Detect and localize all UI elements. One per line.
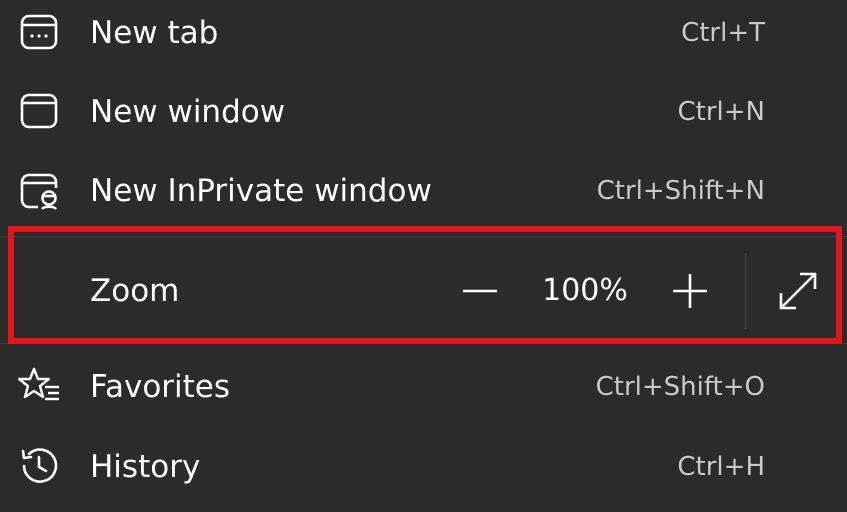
menu-item-shortcut: Ctrl+Shift+O bbox=[595, 372, 765, 402]
new-tab-icon bbox=[18, 11, 60, 53]
menu-item-new-inprivate-window[interactable]: New InPrivate window Ctrl+Shift+N bbox=[0, 156, 847, 234]
menu-item-label: History bbox=[90, 449, 201, 485]
minus-icon bbox=[463, 289, 497, 293]
inprivate-icon bbox=[18, 171, 60, 213]
zoom-level-value: 100% bbox=[542, 273, 628, 308]
menu-item-label: New window bbox=[90, 94, 286, 130]
menu-item-shortcut: Ctrl+T bbox=[681, 18, 765, 48]
fullscreen-icon bbox=[779, 272, 817, 310]
browser-settings-menu: New tab Ctrl+T New window Ctrl+N New InP… bbox=[0, 0, 847, 512]
favorites-icon bbox=[18, 365, 60, 407]
zoom-out-button[interactable] bbox=[456, 267, 504, 315]
menu-item-new-window[interactable]: New window Ctrl+N bbox=[0, 78, 847, 156]
menu-item-history[interactable]: History Ctrl+H bbox=[0, 429, 847, 507]
plus-icon bbox=[673, 274, 707, 308]
history-icon bbox=[18, 445, 60, 487]
menu-item-shortcut: Ctrl+Shift+N bbox=[596, 176, 765, 206]
menu-item-shortcut: Ctrl+N bbox=[677, 97, 766, 127]
menu-item-favorites[interactable]: Favorites Ctrl+Shift+O bbox=[0, 349, 847, 427]
menu-item-label: New tab bbox=[90, 15, 219, 51]
menu-item-new-tab[interactable]: New tab Ctrl+T bbox=[0, 0, 847, 78]
menu-item-shortcut: Ctrl+H bbox=[677, 452, 765, 482]
new-window-icon bbox=[18, 91, 60, 133]
zoom-row: Zoom 100% bbox=[0, 236, 847, 344]
zoom-in-button[interactable] bbox=[666, 267, 714, 315]
menu-item-label: New InPrivate window bbox=[90, 173, 432, 209]
menu-item-label: Favorites bbox=[90, 369, 231, 405]
zoom-label: Zoom bbox=[90, 273, 180, 309]
zoom-divider bbox=[745, 253, 746, 329]
fullscreen-button[interactable] bbox=[776, 269, 820, 313]
